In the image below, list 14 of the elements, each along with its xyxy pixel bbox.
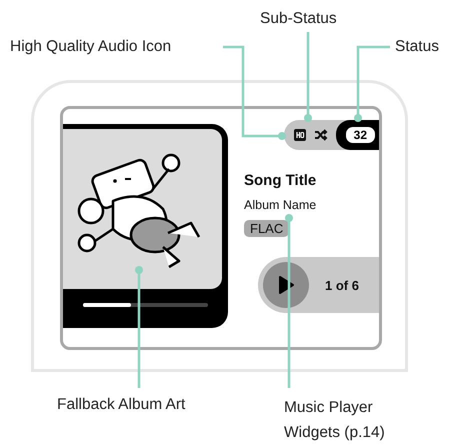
callout-label: Sub-Status bbox=[260, 9, 337, 29]
album-name: Album Name bbox=[244, 198, 318, 212]
format-tag: FLAC bbox=[244, 220, 290, 237]
callout-label: Status bbox=[395, 37, 439, 57]
play-icon bbox=[277, 275, 295, 295]
callout-label: High Quality Audio Icon bbox=[10, 37, 172, 57]
track-position: 1 of 6 bbox=[325, 278, 359, 292]
callout-label: Fallback Album Art bbox=[57, 395, 186, 415]
song-title: Song Title bbox=[244, 172, 318, 189]
hq-icon bbox=[294, 129, 306, 141]
callout-label: Music Player Widgets (p.14) bbox=[284, 398, 386, 443]
play-button[interactable] bbox=[263, 262, 309, 308]
battery-level: 32 bbox=[346, 127, 375, 143]
shuffle-icon bbox=[314, 129, 328, 141]
